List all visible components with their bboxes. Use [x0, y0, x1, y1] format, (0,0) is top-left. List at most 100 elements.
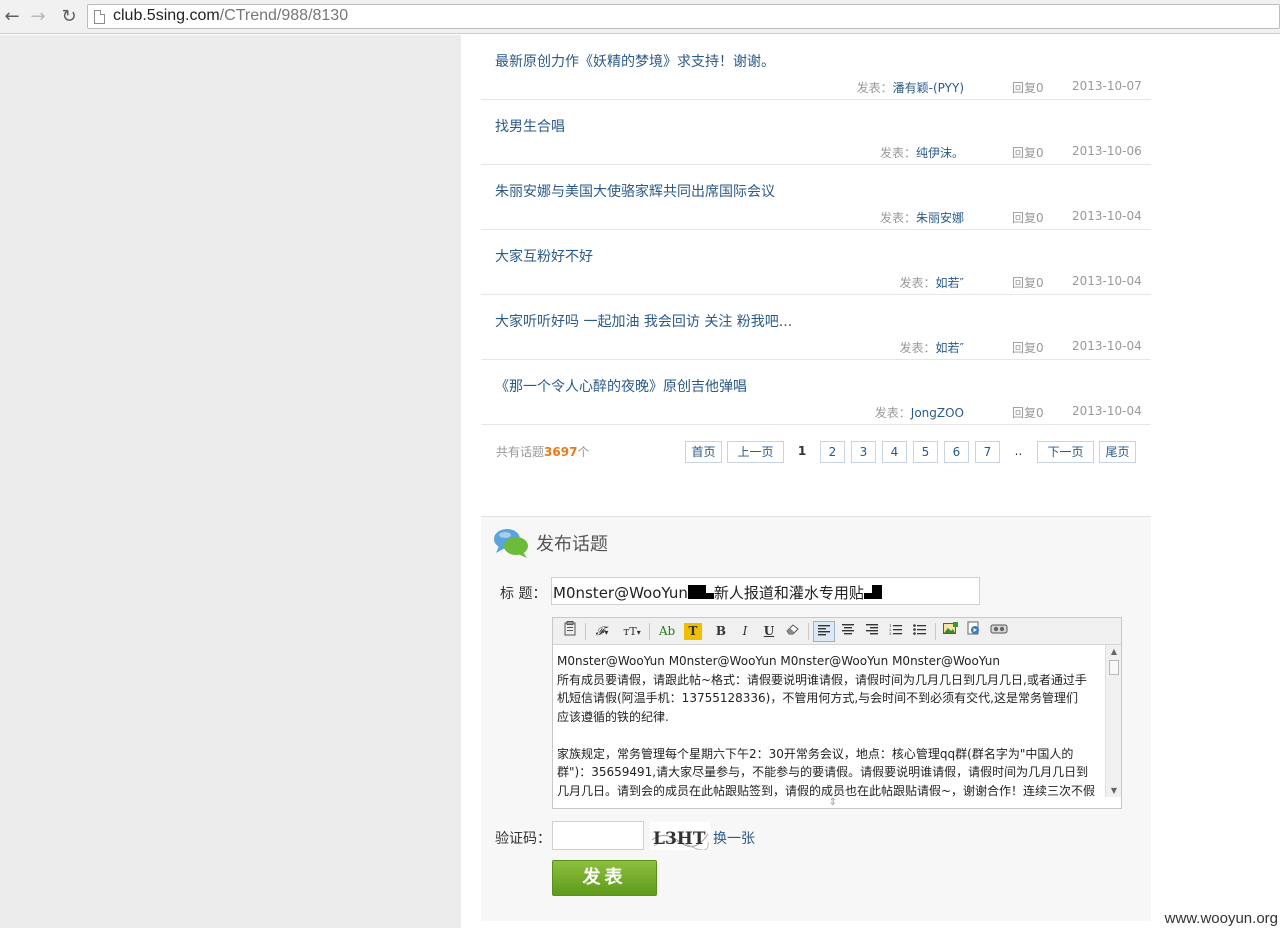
rich-text-editor[interactable]: 𝓕▾ тT▾ Ab T B I U 123 M0nster@WooYun M0n…	[552, 617, 1122, 809]
topic-author: 发表：潘有颖-(PYY)	[857, 79, 964, 96]
url-text: club.5sing.com/CTrend/988/8130	[113, 7, 348, 25]
topic-author: 发表：如若″	[900, 274, 965, 291]
align-left-icon[interactable]	[813, 621, 835, 642]
align-center-icon[interactable]	[837, 621, 859, 642]
toolbar-separator	[935, 623, 936, 640]
forward-arrow-icon[interactable]: →	[26, 5, 50, 29]
topic-date: 2013-10-04	[1072, 404, 1142, 418]
topic-date: 2013-10-07	[1072, 79, 1142, 93]
pager-page-3[interactable]: 3	[851, 441, 876, 463]
total-prefix: 共有话题	[496, 445, 545, 459]
topic-title-link[interactable]: 大家听听好吗 一起加油 我会回访 关注 粉我吧...	[495, 311, 792, 331]
author-name-link[interactable]: 朱丽安娜	[916, 211, 964, 225]
topic-title-link[interactable]: 大家互粉好不好	[495, 246, 593, 266]
topic-reply-count: 回复0	[1012, 341, 1044, 355]
redaction-block	[705, 593, 714, 599]
editor-toolbar: 𝓕▾ тT▾ Ab T B I U 123	[553, 618, 1121, 645]
pager-next-button[interactable]: 下一页	[1037, 441, 1094, 463]
eraser-icon[interactable]	[782, 621, 804, 642]
paste-icon[interactable]	[559, 621, 581, 642]
captcha-label: 验证码：	[495, 831, 551, 847]
pager-current-page: 1	[791, 441, 813, 463]
insert-image-icon[interactable]	[939, 621, 961, 642]
author-label: 发表：	[899, 341, 936, 355]
topic-title-link[interactable]: 朱丽安娜与美国大使骆家辉共同出席国际会议	[495, 181, 775, 201]
author-label: 发表：	[856, 81, 893, 95]
insert-media-icon[interactable]	[963, 621, 985, 642]
resize-grip-icon[interactable]: ⇕	[823, 798, 843, 808]
title-input[interactable]: M0nster@WooYun 新人报道和灌水专用贴	[551, 577, 980, 605]
scroll-up-arrow-icon[interactable]: ▲	[1109, 647, 1119, 656]
pager-last-button[interactable]: 尾页	[1099, 441, 1136, 463]
editor-line	[557, 726, 1105, 745]
bold-icon[interactable]: B	[710, 621, 732, 642]
redaction-block	[687, 585, 706, 599]
ordered-list-icon[interactable]: 123	[885, 621, 907, 642]
left-blank-area	[0, 35, 461, 928]
underline-icon[interactable]: U	[758, 621, 780, 642]
insert-video-icon[interactable]	[987, 621, 1011, 642]
topic-reply-count: 回复0	[1012, 81, 1044, 95]
captcha-image[interactable]: L3HT	[650, 822, 710, 850]
topic-reply-count: 回复0	[1012, 146, 1044, 160]
highlight-icon[interactable]: T	[684, 623, 702, 640]
topic-author: 发表：纯伊沫。	[880, 144, 964, 161]
pager-page-6[interactable]: 6	[944, 441, 969, 463]
pager-first-button[interactable]: 首页	[685, 441, 722, 463]
pager-page-4[interactable]: 4	[882, 441, 907, 463]
pager-page-5[interactable]: 5	[913, 441, 938, 463]
author-name-link[interactable]: 如若″	[936, 341, 964, 355]
editor-line: 所有成员要请假，请跟此帖~格式：请假要说明谁请假，请假时间为几月几日到几月几日,…	[557, 672, 1087, 687]
back-arrow-icon[interactable]: ←	[0, 5, 24, 29]
editor-content[interactable]: M0nster@WooYun M0nster@WooYun M0nster@Wo…	[557, 652, 1105, 798]
page-icon	[94, 10, 105, 24]
captcha-refresh-link[interactable]: 换一张	[713, 828, 755, 848]
unordered-list-icon[interactable]	[909, 621, 931, 642]
author-name-link[interactable]: JongZOO	[911, 406, 964, 420]
topic-title-link[interactable]: 最新原创力作《妖精的梦境》求支持！谢谢。	[495, 51, 775, 71]
scroll-thumb[interactable]	[1109, 660, 1119, 675]
pager-page-7[interactable]: 7	[975, 441, 1000, 463]
topic-reply-count: 回复0	[1012, 276, 1044, 290]
editor-line: 家族规定，常务管理每个星期六下午2：30开常务会议，地点：核心管理qq群(群名字…	[557, 746, 1074, 761]
toolbar-separator	[585, 623, 586, 640]
author-label: 发表：	[879, 211, 916, 225]
font-size-icon[interactable]: тT▾	[619, 621, 645, 642]
title-value-middle: 新人报道和灌水专用贴	[713, 584, 864, 602]
topic-title-link[interactable]: 《那一个令人心醉的夜晚》原创吉他弹唱	[495, 376, 747, 396]
italic-icon[interactable]: I	[734, 621, 756, 642]
total-count: 3697	[544, 445, 578, 459]
submit-button[interactable]: 发表	[552, 860, 657, 896]
title-value-prefix: M0nster@WooYun	[553, 584, 688, 602]
author-name-link[interactable]: 如若″	[936, 276, 964, 290]
browser-toolbar: ← → ↻ club.5sing.com/CTrend/988/8130	[0, 0, 1280, 34]
editor-scrollbar[interactable]: ▲ ▼	[1105, 645, 1121, 797]
topic-row: 朱丽安娜与美国大使骆家辉共同出席国际会议 发表：朱丽安娜 回复0 2013-10-04	[481, 165, 1151, 230]
chat-bubbles-icon	[494, 529, 528, 558]
captcha-input[interactable]	[552, 821, 644, 850]
topic-row: 《那一个令人心醉的夜晚》原创吉他弹唱发表：JongZOO 回复0 2013-10-0…	[481, 360, 1151, 425]
topic-author: 发表：如若″	[900, 339, 965, 356]
scroll-down-arrow-icon[interactable]: ▼	[1109, 786, 1119, 795]
topic-reply-count: 回复0	[1012, 406, 1044, 420]
pager-prev-button[interactable]: 上一页	[727, 441, 784, 463]
author-label: 发表：	[874, 406, 911, 420]
font-color-icon[interactable]: Ab	[656, 621, 678, 642]
topic-reply-count: 回复0	[1012, 211, 1044, 225]
author-name-link[interactable]: 纯伊沫。	[916, 146, 964, 160]
pager-ellipsis: ..	[1006, 441, 1031, 463]
align-right-icon[interactable]	[861, 621, 883, 642]
topic-total: 共有话题3697个	[496, 443, 589, 460]
url-path: /CTrend/988/8130	[219, 7, 349, 24]
reload-icon[interactable]: ↻	[57, 5, 81, 29]
address-bar[interactable]: club.5sing.com/CTrend/988/8130	[87, 4, 1280, 29]
author-name-link[interactable]: 潘有颖-(PYY)	[893, 81, 964, 95]
title-label: 标 题：	[500, 586, 547, 602]
pager-page-2[interactable]: 2	[820, 441, 845, 463]
captcha-text: L3HT	[653, 829, 706, 849]
author-label: 发表：	[879, 146, 916, 160]
font-family-icon[interactable]: 𝓕▾	[590, 621, 614, 642]
redaction-block	[871, 585, 882, 599]
topic-date: 2013-10-04	[1072, 339, 1142, 353]
topic-title-link[interactable]: 找男生合唱	[495, 116, 565, 136]
